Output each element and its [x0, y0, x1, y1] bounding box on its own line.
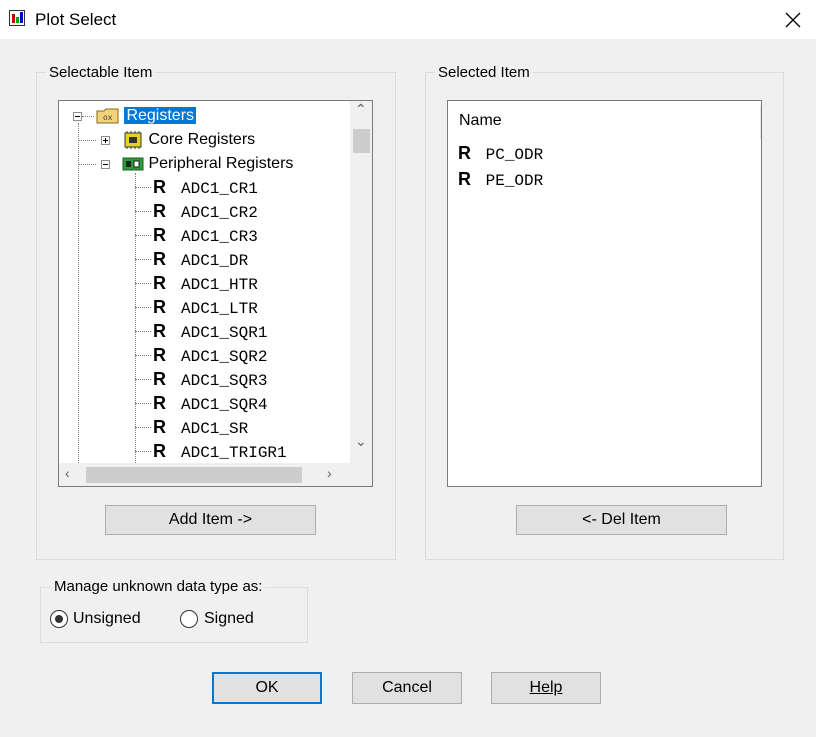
peripheral-registers-collapse-toggle[interactable] — [101, 160, 110, 169]
tree-node-register[interactable]: R ADC1_LTR — [153, 295, 258, 319]
tree-node-register[interactable]: R ADC1_HTR — [153, 271, 258, 295]
register-tree[interactable]: ox Registers Core Registers Peripheral R… — [58, 100, 373, 487]
tree-node-register[interactable]: R ADC1_SQR4 — [153, 391, 267, 415]
scroll-down-arrow-icon[interactable]: ⌄ — [355, 433, 367, 450]
register-label: ADC1_SQR2 — [181, 348, 268, 366]
peripheral-board-icon — [122, 157, 144, 171]
register-label: ADC1_TRIGR1 — [181, 444, 287, 462]
help-button[interactable]: Help — [491, 672, 601, 704]
register-icon: R — [153, 225, 166, 245]
column-divider[interactable] — [760, 105, 761, 139]
register-icon: R — [153, 441, 166, 461]
close-button[interactable] — [770, 0, 816, 39]
register-label: ADC1_SQR3 — [181, 372, 268, 390]
scroll-right-arrow-icon[interactable]: › — [327, 465, 332, 481]
tree-node-register[interactable]: R ADC1_TRIGR1 — [153, 439, 287, 463]
tree-node-register[interactable]: R ADC1_DR — [153, 247, 248, 271]
register-icon: R — [153, 177, 166, 197]
window-title: Plot Select — [35, 10, 117, 29]
scroll-left-arrow-icon[interactable]: ‹ — [65, 465, 70, 481]
tree-node-peripheral-registers[interactable]: Peripheral Registers — [122, 154, 293, 174]
tree-node-register[interactable]: R ADC1_SQR3 — [153, 367, 267, 391]
list-item[interactable]: R PC_ODR — [458, 140, 543, 166]
tree-vertical-scrollbar[interactable]: ⌃ ⌄ — [350, 101, 372, 463]
scrollbar-corner — [350, 463, 372, 486]
folder-icon: ox — [96, 108, 119, 124]
tree-node-register[interactable]: R ADC1_CR2 — [153, 199, 258, 223]
register-icon: R — [153, 321, 166, 341]
register-label: ADC1_LTR — [181, 300, 258, 318]
close-icon — [785, 12, 801, 28]
cancel-button[interactable]: Cancel — [352, 672, 462, 704]
registers-collapse-toggle[interactable] — [73, 112, 82, 121]
chip-icon — [124, 131, 142, 149]
app-icon — [9, 10, 25, 26]
svg-text:ox: ox — [103, 114, 113, 123]
signed-radio-label[interactable]: Signed — [204, 610, 254, 628]
register-icon: R — [458, 143, 471, 163]
register-label: ADC1_HTR — [181, 276, 258, 294]
register-icon: R — [153, 393, 166, 413]
tree-horizontal-scroll-thumb[interactable] — [86, 467, 302, 483]
tree-horizontal-scrollbar[interactable]: ‹ › — [59, 463, 372, 486]
selectable-item-label: Selectable Item — [46, 64, 156, 81]
signed-radio[interactable] — [180, 610, 198, 628]
tree-node-register[interactable]: R ADC1_CR1 — [153, 175, 258, 199]
register-icon: R — [153, 273, 166, 293]
selected-item-list[interactable]: Name R PC_ODR R PE_ODR — [447, 100, 762, 487]
add-item-button[interactable]: Add Item -> — [105, 505, 316, 535]
tree-node-core-registers[interactable]: Core Registers — [122, 130, 255, 150]
register-label: ADC1_CR1 — [181, 180, 258, 198]
register-icon: R — [458, 169, 471, 189]
register-icon: R — [153, 249, 166, 269]
del-item-button[interactable]: <- Del Item — [516, 505, 727, 535]
ok-button[interactable]: OK — [212, 672, 322, 704]
tree-node-register[interactable]: R ADC1_CR3 — [153, 223, 258, 247]
register-label: ADC1_SQR1 — [181, 324, 268, 342]
register-icon: R — [153, 201, 166, 221]
register-icon: R — [153, 369, 166, 389]
list-item[interactable]: R PE_ODR — [458, 166, 543, 192]
list-item-label: PE_ODR — [485, 172, 544, 190]
register-label: ADC1_DR — [181, 252, 249, 270]
register-icon: R — [153, 417, 166, 437]
unsigned-radio[interactable] — [50, 610, 68, 628]
tree-vertical-scroll-thumb[interactable] — [353, 129, 370, 153]
register-icon: R — [153, 345, 166, 365]
register-label: ADC1_CR3 — [181, 228, 258, 246]
title-bar: Plot Select — [0, 0, 816, 39]
core-registers-expand-toggle[interactable] — [101, 136, 110, 145]
tree-node-register[interactable]: R ADC1_SQR2 — [153, 343, 267, 367]
register-label: ADC1_SR — [181, 420, 249, 438]
tree-node-register[interactable]: R ADC1_SQR1 — [153, 319, 267, 343]
name-column-header[interactable]: Name — [459, 112, 502, 130]
data-type-group-label: Manage unknown data type as: — [51, 578, 266, 595]
register-label: ADC1_SQR4 — [181, 396, 268, 414]
tree-node-registers[interactable]: ox Registers — [96, 106, 198, 126]
list-item-label: PC_ODR — [485, 146, 544, 164]
register-icon: R — [153, 297, 166, 317]
tree-node-register[interactable]: R ADC1_SR — [153, 415, 248, 439]
unsigned-radio-label[interactable]: Unsigned — [73, 610, 141, 628]
selected-item-label: Selected Item — [435, 64, 533, 81]
register-label: ADC1_CR2 — [181, 204, 258, 222]
scroll-up-arrow-icon[interactable]: ⌃ — [355, 101, 367, 118]
